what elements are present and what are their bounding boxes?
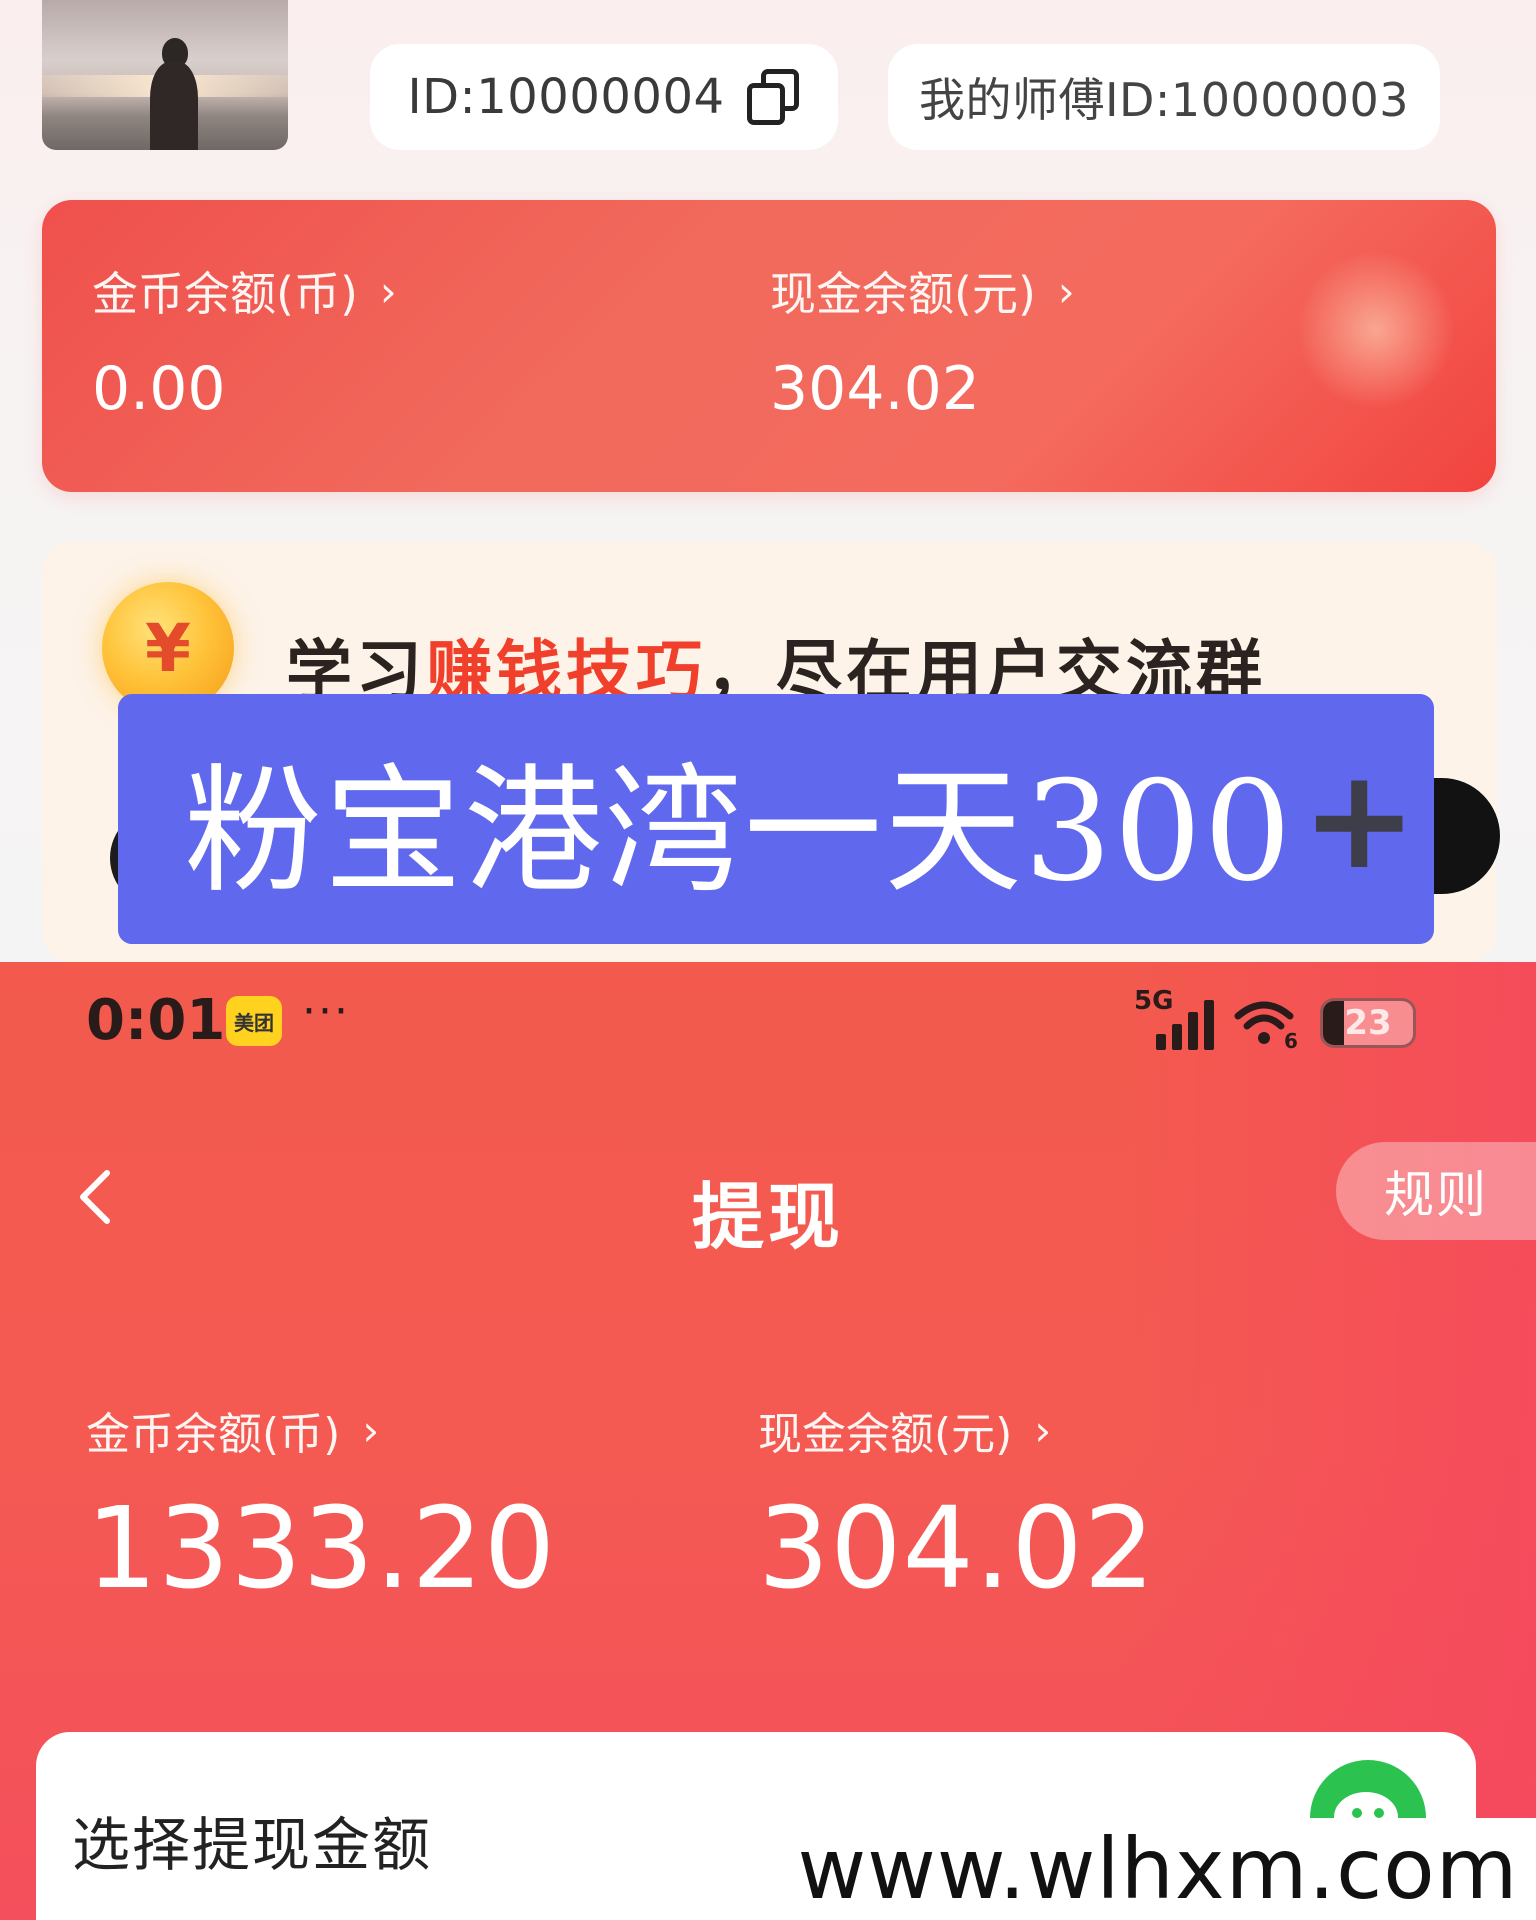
wifi-icon: 6 bbox=[1234, 1001, 1298, 1050]
avatar[interactable] bbox=[42, 0, 288, 150]
chevron-right-icon: › bbox=[379, 266, 397, 316]
profile-screen: ID:10000004 我的师傅ID:10000003 金币余额(币) › 0.… bbox=[0, 0, 1536, 962]
status-bar: 0:01 美团 ··· 5G 6 23 bbox=[0, 962, 1536, 1062]
coin-balance-value: 0.00 bbox=[92, 354, 226, 424]
user-id-pill[interactable]: ID:10000004 bbox=[370, 44, 838, 150]
watermark: www.wlhxm.com bbox=[780, 1818, 1536, 1920]
withdraw-coin-balance-value: 1333.20 bbox=[86, 1484, 557, 1614]
rules-button[interactable]: 规则 bbox=[1336, 1142, 1536, 1240]
chevron-right-icon: › bbox=[1057, 266, 1075, 316]
page-root: ID:10000004 我的师傅ID:10000003 金币余额(币) › 0.… bbox=[0, 0, 1536, 1920]
wifi-badge: 6 bbox=[1284, 1029, 1298, 1050]
meituan-app-icon: 美团 bbox=[226, 996, 282, 1046]
balance-card: 金币余额(币) › 0.00 现金余额(元) › 304.02 bbox=[42, 200, 1496, 492]
coin-balance[interactable]: 金币余额(币) › 0.00 bbox=[92, 258, 397, 425]
coin-balance-label: 金币余额(币) bbox=[92, 267, 358, 321]
status-time: 0:01 bbox=[86, 988, 226, 1053]
plus-icon: + bbox=[1301, 738, 1420, 900]
withdraw-screen: 0:01 美团 ··· 5G 6 23 提现 规则 金币余额(币) › 1333… bbox=[0, 962, 1536, 1920]
promo-overlay-label: 粉宝港湾一天300 + bbox=[118, 694, 1434, 944]
battery-icon: 23 bbox=[1320, 998, 1416, 1048]
master-id-text: 我的师傅ID:10000003 bbox=[918, 73, 1410, 127]
withdraw-coin-balance[interactable]: 金币余额(币) › 1333.20 bbox=[86, 1398, 557, 1615]
withdraw-cash-balance-value: 304.02 bbox=[758, 1484, 1156, 1614]
cash-balance-label: 现金余额(元) bbox=[770, 267, 1036, 321]
withdraw-cash-balance[interactable]: 现金余额(元) › 304.02 bbox=[758, 1398, 1156, 1615]
withdraw-coin-balance-label: 金币余额(币) bbox=[86, 1409, 341, 1460]
promo-overlay-text: 粉宝港湾一天300 bbox=[184, 751, 1294, 912]
page-title: 提现 bbox=[691, 1175, 844, 1259]
withdraw-cash-balance-label: 现金余额(元) bbox=[758, 1409, 1013, 1460]
avatar-figure-body bbox=[150, 62, 198, 150]
cash-balance[interactable]: 现金余额(元) › 304.02 bbox=[770, 258, 1075, 425]
master-id-pill: 我的师傅ID:10000003 bbox=[888, 44, 1440, 150]
battery-fill bbox=[1323, 1001, 1344, 1045]
chevron-right-icon: › bbox=[362, 1405, 380, 1455]
nav-bar: 提现 规则 bbox=[0, 1142, 1536, 1259]
signal-icon bbox=[1156, 1000, 1220, 1050]
user-id-text: ID:10000004 bbox=[407, 69, 725, 125]
select-amount-title: 选择提现金额 bbox=[72, 1811, 433, 1879]
copy-icon[interactable] bbox=[746, 69, 801, 125]
more-notifications-icon: ··· bbox=[302, 986, 350, 1037]
cash-balance-value: 304.02 bbox=[770, 354, 980, 424]
chevron-right-icon: › bbox=[1034, 1405, 1052, 1455]
card-glow-decoration bbox=[1296, 250, 1456, 410]
battery-level: 23 bbox=[1344, 1003, 1392, 1043]
